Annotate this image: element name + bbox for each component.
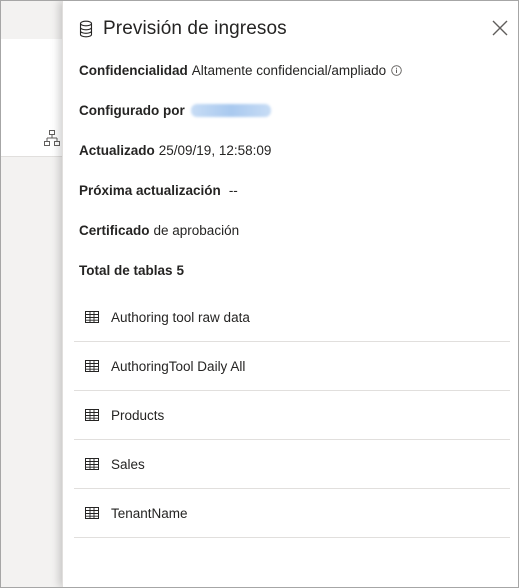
- panel-header: Previsión de ingresos: [79, 18, 287, 40]
- info-icon[interactable]: [391, 65, 402, 76]
- table-icon: [85, 360, 99, 372]
- table-list-item[interactable]: Authoring tool raw data: [74, 293, 510, 342]
- total-tables-label: Total de tablas: [79, 263, 173, 278]
- confidentiality-row: Confidencialidad Altamente confidencial/…: [79, 63, 402, 78]
- close-icon[interactable]: [491, 19, 509, 37]
- table-icon: [85, 311, 99, 323]
- table-list-item[interactable]: Products: [74, 391, 510, 440]
- table-icon: [85, 458, 99, 470]
- table-icon: [85, 409, 99, 421]
- next-refresh-row: Próxima actualización --: [79, 183, 238, 198]
- updated-value: 25/09/19, 12:58:09: [158, 143, 272, 158]
- tables-list: Authoring tool raw data AuthoringTool Da…: [74, 293, 510, 538]
- owner-link-redacted[interactable]: [190, 104, 271, 117]
- confidentiality-value: Altamente confidencial/ampliado: [191, 63, 387, 78]
- total-tables-value: 5: [176, 263, 185, 278]
- dataset-details-panel: Previsión de ingresos Confidencialidad A…: [62, 1, 518, 587]
- confidentiality-label: Confidencialidad: [79, 63, 188, 78]
- table-list-item[interactable]: AuthoringTool Daily All: [74, 342, 510, 391]
- background-content-area: [1, 157, 62, 587]
- table-list-item[interactable]: TenantName: [74, 489, 510, 538]
- table-name: TenantName: [111, 505, 188, 521]
- configured-by-label: Configurado por: [79, 103, 185, 118]
- certified-label: Certificado: [79, 223, 150, 238]
- window-frame: Previsión de ingresos Confidencialidad A…: [0, 0, 519, 588]
- configured-by-row: Configurado por: [79, 103, 271, 118]
- lineage-icon[interactable]: [43, 129, 61, 147]
- next-refresh-value: --: [228, 183, 238, 198]
- table-name: Products: [111, 407, 165, 423]
- panel-title: Previsión de ingresos: [103, 18, 287, 39]
- certified-value: de aprobación: [153, 223, 240, 238]
- table-icon: [85, 507, 99, 519]
- table-list-item[interactable]: Sales: [74, 440, 510, 489]
- next-refresh-label: Próxima actualización: [79, 183, 221, 198]
- updated-row: Actualizado 25/09/19, 12:58:09: [79, 143, 271, 158]
- table-name: Sales: [111, 456, 145, 472]
- table-name: AuthoringTool Daily All: [111, 358, 246, 374]
- certified-row: Certificado de aprobación: [79, 223, 239, 238]
- database-icon: [79, 20, 93, 38]
- table-name: Authoring tool raw data: [111, 309, 250, 325]
- background-top-bar: [1, 1, 62, 39]
- updated-label: Actualizado: [79, 143, 155, 158]
- total-tables-row: Total de tablas 5: [79, 263, 188, 278]
